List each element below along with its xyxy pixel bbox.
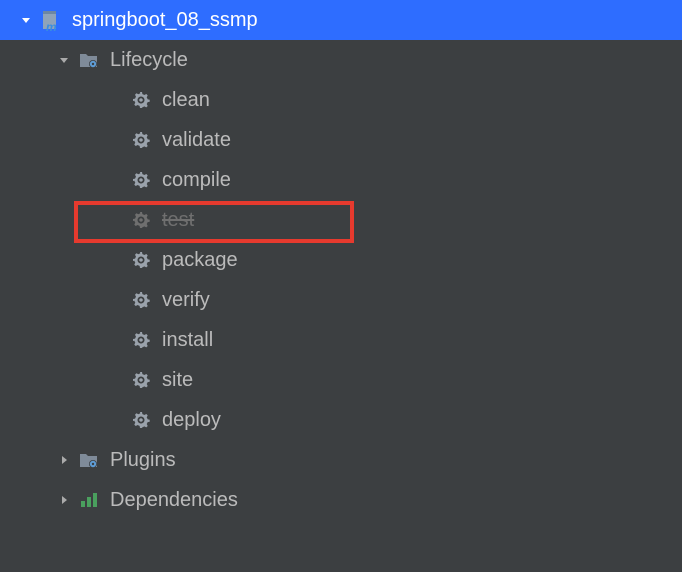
folder-gear-icon [78,449,100,471]
chevron-right-icon [56,452,72,468]
project-name: springboot_08_ssmp [72,9,258,32]
lifecycle-item-clean[interactable]: clean [0,80,682,120]
gear-icon [130,89,152,111]
lifecycle-item-label: test [162,209,194,232]
lifecycle-item-label: clean [162,89,210,112]
lifecycle-item-label: compile [162,169,231,192]
chevron-down-icon [56,52,72,68]
lifecycle-item-label: deploy [162,409,221,432]
maven-module-icon: m [40,9,62,31]
lifecycle-item-package[interactable]: package [0,240,682,280]
gear-icon [130,329,152,351]
gear-icon [130,209,152,231]
dependencies-icon [78,489,100,511]
plugins-label: Plugins [110,449,176,472]
lifecycle-item-verify[interactable]: verify [0,280,682,320]
lifecycle-item-label: install [162,329,213,352]
dependencies-label: Dependencies [110,489,238,512]
chevron-down-icon [18,12,34,28]
lifecycle-item-test[interactable]: test [0,200,682,240]
plugins-row[interactable]: Plugins [0,440,682,480]
lifecycle-row[interactable]: Lifecycle [0,40,682,80]
gear-icon [130,169,152,191]
lifecycle-item-deploy[interactable]: deploy [0,400,682,440]
chevron-right-icon [56,492,72,508]
lifecycle-items: clean validate compile test package veri… [0,80,682,440]
folder-gear-icon [78,49,100,71]
lifecycle-item-label: site [162,369,193,392]
dependencies-row[interactable]: Dependencies [0,480,682,520]
lifecycle-item-install[interactable]: install [0,320,682,360]
project-row[interactable]: m springboot_08_ssmp [0,0,682,40]
gear-icon [130,249,152,271]
gear-icon [130,369,152,391]
lifecycle-item-label: package [162,249,238,272]
maven-tree: m springboot_08_ssmp Lifecycle clean val… [0,0,682,520]
lifecycle-item-compile[interactable]: compile [0,160,682,200]
lifecycle-item-label: validate [162,129,231,152]
gear-icon [130,409,152,431]
lifecycle-item-label: verify [162,289,210,312]
lifecycle-item-validate[interactable]: validate [0,120,682,160]
lifecycle-label: Lifecycle [110,49,188,72]
lifecycle-item-site[interactable]: site [0,360,682,400]
gear-icon [130,289,152,311]
svg-text:m: m [46,20,57,31]
gear-icon [130,129,152,151]
